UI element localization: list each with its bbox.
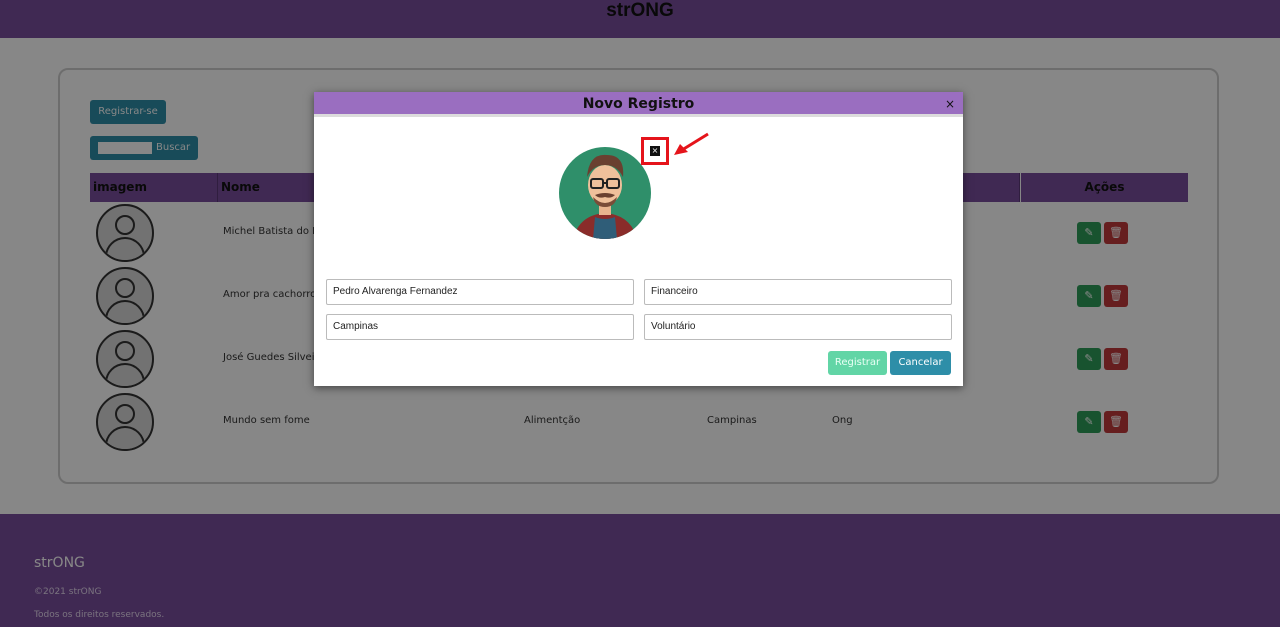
cancel-button[interactable]: Cancelar	[890, 351, 951, 375]
role-field[interactable]: Voluntário	[644, 314, 952, 340]
profile-image	[559, 147, 651, 239]
annotation-highlight-box	[641, 137, 669, 165]
city-field[interactable]: Campinas	[326, 314, 634, 340]
modal-header: Novo Registro ×	[314, 92, 963, 117]
modal-title: Novo Registro	[582, 96, 695, 112]
close-icon[interactable]: ×	[945, 97, 955, 111]
new-record-modal: Novo Registro × × Pedro Alvarenga Fernan…	[314, 92, 963, 386]
annotation-arrow-icon	[674, 132, 709, 155]
register-submit-button[interactable]: Registrar	[828, 351, 887, 375]
name-field[interactable]: Pedro Alvarenga Fernandez	[326, 279, 634, 305]
avatar-illustration	[573, 154, 637, 239]
area-field[interactable]: Financeiro	[644, 279, 952, 305]
